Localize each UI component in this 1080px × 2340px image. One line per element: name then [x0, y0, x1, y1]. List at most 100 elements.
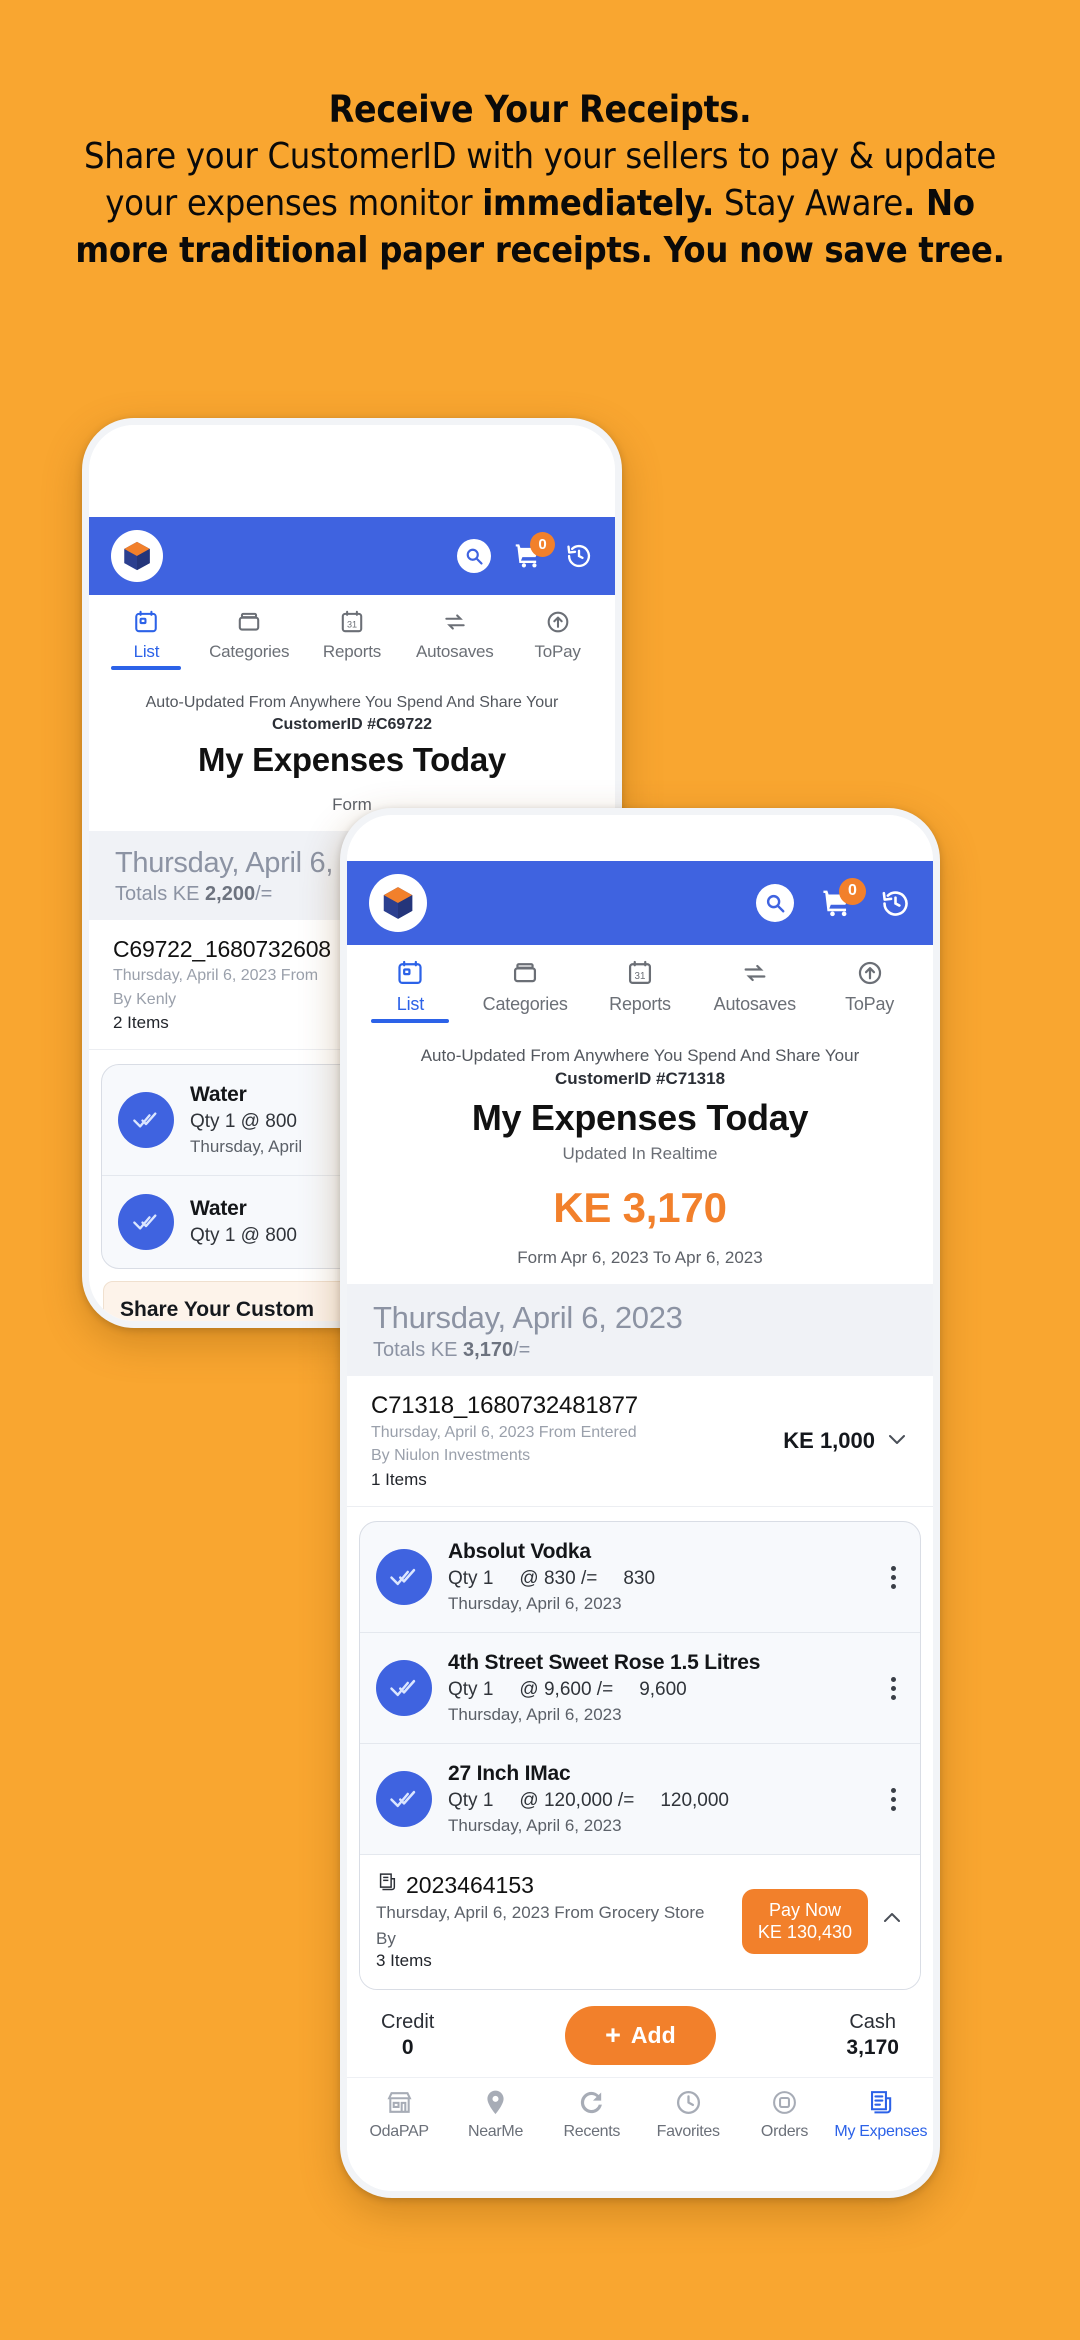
front-day-group-header: Thursday, April 6, 2023 Totals KE 3,170/…	[347, 1283, 933, 1376]
front-item-qty: Qty 1	[448, 1568, 494, 1590]
bottom-nav-recents-label: Recents	[563, 2122, 621, 2140]
headline-line-1: Receive Your Receipts.	[328, 88, 752, 131]
credit-value: 0	[401, 2035, 414, 2059]
more-options-icon[interactable]	[882, 1565, 904, 1589]
tab-topay[interactable]: ToPay	[812, 959, 927, 1023]
front-receipt-footer-meta-2: By	[376, 1929, 396, 1948]
front-summary-amount: KE 3,170	[553, 1183, 727, 1231]
add-button[interactable]: + Add	[565, 2005, 716, 2065]
search-icon-circle	[756, 884, 794, 922]
front-item-qty-row: Qty 1 @ 830 /= 830	[448, 1568, 866, 1590]
add-button-label: Add	[630, 2021, 676, 2048]
search-icon[interactable]	[756, 884, 794, 922]
back-totals-prefix: Totals KE	[115, 883, 206, 906]
front-item-qty: Qty 1	[448, 1790, 494, 1812]
history-clock-icon[interactable]	[880, 888, 911, 919]
svg-text:31: 31	[347, 619, 357, 629]
back-appbar-actions: 0	[457, 532, 593, 573]
search-icon-circle	[457, 539, 491, 573]
phone-mockup-front: 0 List Categories 31 Reports Autosaves T…	[340, 808, 940, 2198]
headline-body: Share your CustomerID with your sellers …	[70, 134, 1010, 274]
front-day-group-totals: Totals KE 3,170/=	[373, 1339, 907, 1362]
front-totals-value: 3,170	[463, 1338, 514, 1361]
table-row[interactable]: 27 Inch IMac Qty 1 @ 120,000 /= 120,000 …	[360, 1743, 920, 1854]
shopping-cart-icon[interactable]: 0	[513, 532, 555, 570]
tab-topay[interactable]: ToPay	[506, 609, 609, 670]
front-bottom-totals: Credit 0 + Add Cash 3,170	[347, 1989, 933, 2077]
chevron-up-icon[interactable]	[880, 1906, 904, 1936]
cube-box-icon[interactable]	[369, 874, 427, 932]
pay-now-button[interactable]: Pay Now KE 130,430	[741, 1888, 868, 1954]
front-item-unit-price: @ 830 /=	[519, 1568, 598, 1590]
bottom-nav-orders-label: Orders	[760, 2122, 809, 2140]
cart-count-badge: 0	[839, 877, 866, 905]
front-item-body: 27 Inch IMac Qty 1 @ 120,000 /= 120,000 …	[448, 1762, 866, 1836]
front-receipt-meta-1: Thursday, April 6, 2023 From Entered	[371, 1423, 637, 1441]
search-icon[interactable]	[457, 539, 491, 573]
front-receipt-footer: 2023464153 Thursday, April 6, 2023 From …	[360, 1854, 920, 1989]
bottom-nav-orders[interactable]: Orders	[736, 2088, 832, 2141]
svg-text:31: 31	[635, 971, 646, 982]
front-day-group-date: Thursday, April 6, 2023	[373, 1299, 683, 1335]
chevron-down-icon[interactable]	[885, 1427, 909, 1455]
cash-summary: Cash 3,170	[846, 2011, 899, 2060]
more-options-icon[interactable]	[882, 1787, 904, 1811]
front-phone-screen: 0 List Categories 31 Reports Autosaves T…	[347, 815, 933, 2191]
tab-categories[interactable]: Categories	[468, 959, 583, 1023]
front-tab-bar: List Categories 31 Reports Autosaves ToP…	[347, 945, 933, 1023]
tab-list-label: List	[133, 642, 160, 661]
front-item-body: Absolut Vodka Qty 1 @ 830 /= 830 Thursda…	[448, 1540, 866, 1614]
front-item-total: 830	[623, 1568, 656, 1590]
bottom-nav-nearme[interactable]: NearMe	[447, 2088, 543, 2141]
bottom-nav-my-expenses[interactable]: My Expenses	[833, 2088, 929, 2141]
front-receipt-footer-items: 3 Items	[376, 1950, 432, 1970]
front-item-unit-price: @ 9,600 /=	[519, 1679, 614, 1701]
table-row[interactable]: Absolut Vodka Qty 1 @ 830 /= 830 Thursda…	[360, 1522, 920, 1632]
bottom-nav-recents[interactable]: Recents	[544, 2088, 640, 2141]
double-check-icon	[376, 1549, 432, 1606]
tab-reports[interactable]: 31 Reports	[583, 959, 698, 1023]
tab-active-underline	[111, 666, 182, 670]
tab-categories[interactable]: Categories	[198, 609, 301, 670]
tab-autosaves-label: Autosaves	[415, 642, 494, 661]
front-receipt-head-left: C71318_1680732481877 Thursday, April 6, …	[371, 1392, 773, 1490]
receipt-icon	[376, 1871, 398, 1899]
plus-icon: +	[605, 2019, 621, 2050]
front-receipt-amount: KE 1,000	[783, 1427, 875, 1453]
credit-summary: Credit 0	[381, 2011, 434, 2060]
back-app-bar: 0	[89, 517, 615, 595]
tab-list[interactable]: List	[353, 959, 468, 1023]
history-clock-icon[interactable]	[565, 542, 593, 570]
table-row[interactable]: 4th Street Sweet Rose 1.5 Litres Qty 1 @…	[360, 1632, 920, 1743]
tab-autosaves[interactable]: Autosaves	[697, 959, 812, 1023]
bottom-nav-odapap[interactable]: OdaPAP	[351, 2088, 447, 2141]
front-receipt-footer-left: 2023464153 Thursday, April 6, 2023 From …	[376, 1871, 730, 1971]
more-options-icon[interactable]	[882, 1676, 904, 1700]
front-receipt-head[interactable]: C71318_1680732481877 Thursday, April 6, …	[347, 1375, 933, 1508]
tab-autosaves[interactable]: Autosaves	[403, 609, 506, 670]
back-totals-value: 2,200	[205, 883, 256, 906]
front-item-name: 27 Inch IMac	[448, 1762, 571, 1786]
shopping-cart-icon[interactable]: 0	[820, 877, 866, 919]
back-summary-subtitle: Auto-Updated From Anywhere You Spend And…	[145, 694, 559, 711]
tab-reports-label: Reports	[609, 994, 671, 1014]
front-item-total: 9,600	[639, 1679, 687, 1701]
credit-label: Credit	[381, 2010, 435, 2033]
back-totals-suffix: /=	[255, 883, 273, 906]
front-summary-subtitle: Auto-Updated From Anywhere You Spend And…	[420, 1046, 860, 1065]
bottom-nav-favorites[interactable]: Favorites	[640, 2088, 736, 2141]
tab-reports[interactable]: 31 Reports	[301, 609, 404, 670]
pay-now-label: Pay Now	[768, 1899, 841, 1920]
front-receipt-footer-meta-1: Thursday, April 6, 2023 From Grocery Sto…	[376, 1903, 705, 1923]
cube-box-icon[interactable]	[111, 530, 163, 582]
front-receipt-number: 2023464153	[406, 1871, 534, 1898]
tab-list[interactable]: List	[95, 609, 198, 670]
pay-now-amount: KE 130,430	[757, 1922, 852, 1942]
cash-value: 3,170	[846, 2035, 899, 2059]
back-summary-customer-id: CustomerID #C69722	[271, 715, 433, 733]
headline-text-c: Stay Aware	[713, 182, 903, 224]
double-check-icon	[376, 1660, 432, 1717]
front-item-date: Thursday, April 6, 2023	[448, 1594, 622, 1614]
front-items-card: Absolut Vodka Qty 1 @ 830 /= 830 Thursda…	[359, 1521, 921, 1990]
front-item-qty-row: Qty 1 @ 9,600 /= 9,600	[448, 1679, 866, 1701]
